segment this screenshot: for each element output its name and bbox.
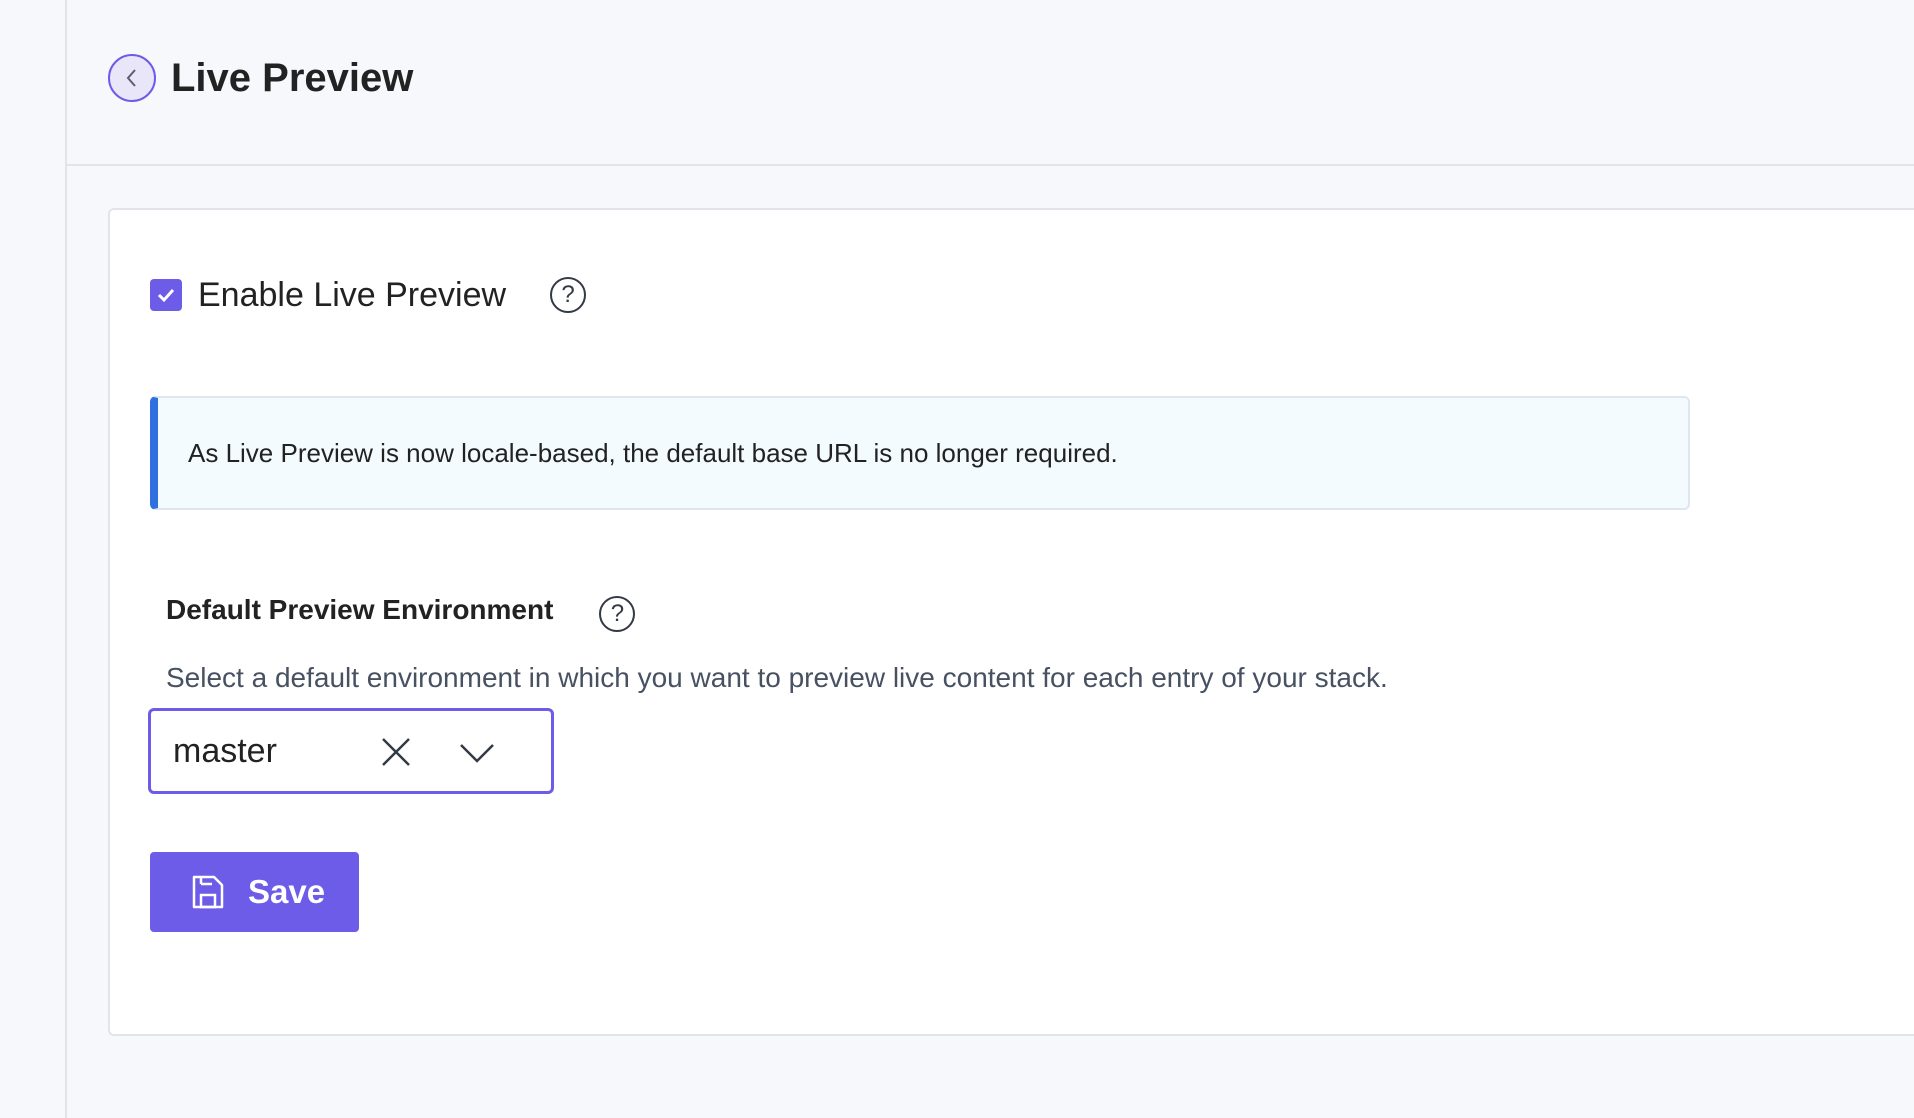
close-icon[interactable] — [379, 735, 413, 769]
info-banner-text: As Live Preview is now locale-based, the… — [188, 437, 1118, 468]
info-banner: As Live Preview is now locale-based, the… — [150, 396, 1690, 510]
settings-card: Enable Live Preview ? As Live Preview is… — [108, 208, 1914, 1036]
save-button[interactable]: Save — [150, 852, 359, 932]
help-icon[interactable]: ? — [550, 277, 587, 313]
enable-live-preview-checkbox[interactable] — [150, 279, 182, 311]
environment-help-icon[interactable]: ? — [599, 596, 636, 632]
environment-select[interactable]: master — [148, 708, 554, 794]
environment-description: Select a default environment in which yo… — [166, 662, 1388, 693]
page-title: Live Preview — [171, 56, 414, 100]
enable-live-preview-label: Enable Live Preview — [198, 275, 507, 314]
environment-select-value: master — [173, 731, 277, 770]
environment-title-row: Default Preview Environment ? — [166, 588, 636, 632]
back-button[interactable] — [108, 54, 156, 102]
chevron-left-icon — [126, 69, 136, 87]
environment-title: Default Preview Environment — [166, 594, 554, 625]
save-button-label: Save — [248, 873, 326, 910]
save-icon — [192, 875, 224, 909]
chevron-down-icon[interactable] — [459, 737, 495, 767]
checkmark-icon — [157, 288, 175, 303]
left-rail — [0, 0, 67, 1118]
enable-live-preview-row: Enable Live Preview ? — [150, 270, 587, 320]
page-header: Live Preview — [67, 0, 1914, 166]
